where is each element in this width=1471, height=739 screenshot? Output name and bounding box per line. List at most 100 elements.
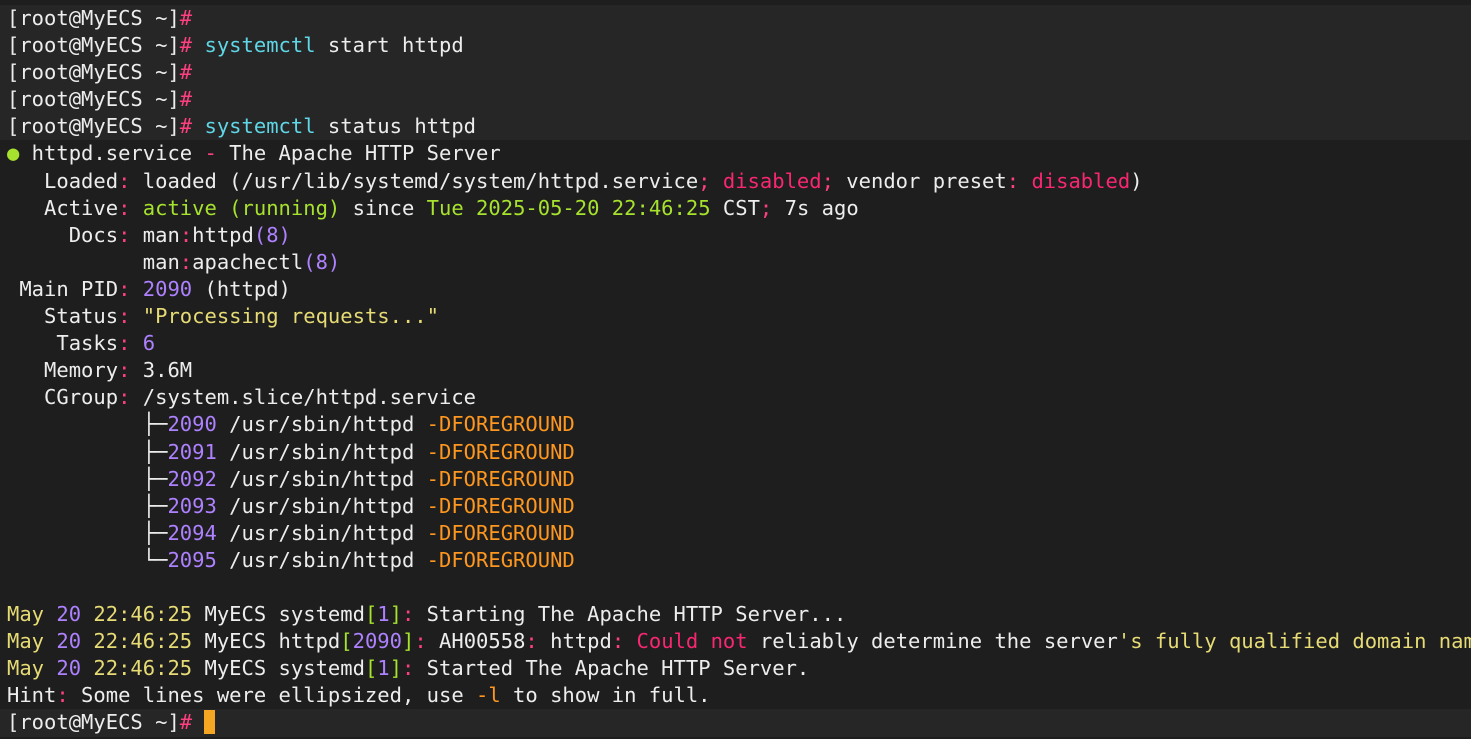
terminal-text-segment: Some lines were ellipsized, use bbox=[68, 683, 477, 708]
terminal-text-segment: to show in full. bbox=[500, 683, 711, 708]
terminal-text-segment: vendor preset bbox=[833, 168, 1007, 193]
terminal-text-segment: [ bbox=[364, 602, 378, 627]
terminal-text-segment: -DFOREGROUND bbox=[426, 547, 575, 572]
terminal-text-segment: Started The Apache HTTP Server. bbox=[414, 656, 810, 681]
terminal-text-segment: ├─ bbox=[7, 520, 168, 545]
terminal-text-segment: 2090 bbox=[142, 276, 193, 301]
terminal-text-segment: [root@MyECS ~] bbox=[7, 60, 180, 85]
output-line: May 20 22:46:25 MyECS httpd[2090]: AH005… bbox=[0, 628, 1471, 655]
terminal-text-segment: (httpd) bbox=[192, 276, 291, 301]
terminal-text-segment: ] bbox=[389, 656, 402, 681]
terminal-text-segment: : bbox=[118, 276, 131, 301]
terminal-text-segment: May bbox=[7, 629, 57, 654]
terminal-text-segment: ] bbox=[389, 602, 402, 627]
terminal-text-segment: 3.6M bbox=[130, 358, 193, 383]
terminal-text-segment: : bbox=[414, 629, 427, 654]
terminal-text-segment: May bbox=[7, 656, 57, 681]
terminal-text-segment: disabled bbox=[1031, 168, 1131, 193]
terminal-text-segment: 6 bbox=[142, 331, 156, 356]
terminal-text-segment: └─ bbox=[7, 547, 168, 572]
output-line: Docs: man:httpd(8) bbox=[0, 222, 1471, 249]
output-line: ├─2094 /usr/sbin/httpd -DFOREGROUND bbox=[0, 520, 1471, 547]
terminal-text-segment: reliably determine the server bbox=[747, 629, 1118, 654]
terminal-text-segment: systemctl bbox=[204, 114, 316, 139]
terminal-text-segment: # bbox=[179, 60, 193, 85]
terminal-text-segment: ; bbox=[698, 168, 711, 193]
terminal-text-segment: ├─ bbox=[7, 439, 168, 464]
prompt-line: [root@MyECS ~]# bbox=[0, 59, 1471, 87]
terminal-text-segment: [ bbox=[340, 629, 353, 654]
terminal-text-segment: : bbox=[179, 222, 193, 247]
terminal-text-segment: disabled bbox=[722, 168, 822, 193]
terminal-text-segment: Memory bbox=[7, 358, 119, 383]
terminal-text-segment: 2093 bbox=[167, 493, 217, 518]
terminal-text-segment: ] bbox=[401, 629, 415, 654]
terminal-text-segment: active (running) bbox=[142, 195, 341, 220]
terminal-text-segment: /usr/sbin/httpd bbox=[216, 439, 427, 464]
terminal-text-segment: : bbox=[525, 629, 538, 654]
terminal-text-segment: Hint bbox=[7, 683, 57, 708]
terminal-text-segment: httpd.service bbox=[19, 141, 205, 166]
terminal-text-segment: ) bbox=[1130, 168, 1143, 193]
terminal-text-segment: # bbox=[179, 6, 193, 30]
terminal-text-segment: httpd bbox=[537, 629, 612, 654]
terminal-text-segment: 1 bbox=[377, 656, 390, 681]
terminal-text-segment: 22:46:25 bbox=[81, 656, 193, 681]
terminal-text-segment: [root@MyECS ~] bbox=[7, 6, 180, 30]
terminal-text-segment: -DFOREGROUND bbox=[426, 412, 575, 437]
terminal-text-segment: ● bbox=[7, 141, 20, 166]
terminal-text-segment: /usr/sbin/httpd bbox=[216, 466, 427, 491]
terminal-output: [root@MyECS ~]# [root@MyECS ~]# systemctl… bbox=[0, 5, 1471, 737]
terminal-text-segment: [ bbox=[364, 656, 378, 681]
prompt-line: [root@MyECS ~]# systemctl start httpd bbox=[0, 32, 1471, 60]
terminal-text-segment: Starting The Apache HTTP Server... bbox=[414, 602, 847, 627]
terminal-text-segment: - bbox=[204, 141, 217, 166]
terminal-text-segment: [root@MyECS ~] bbox=[7, 710, 180, 735]
terminal-text-segment: AH00558 bbox=[426, 629, 526, 654]
terminal-text-segment: -DFOREGROUND bbox=[426, 439, 575, 464]
terminal-text-segment: : bbox=[1006, 168, 1020, 193]
terminal-text-segment: Active bbox=[7, 195, 119, 220]
terminal-text-segment: /usr/sbin/httpd bbox=[216, 412, 427, 437]
terminal-window[interactable]: [root@MyECS ~]# [root@MyECS ~]# systemctl… bbox=[0, 0, 1471, 739]
terminal-text-segment: 2090 bbox=[352, 629, 402, 654]
terminal-text-segment: status httpd bbox=[315, 114, 477, 139]
terminal-text-segment: ; bbox=[759, 195, 773, 220]
terminal-text-segment: : bbox=[611, 629, 625, 654]
prompt-line: [root@MyECS ~]# bbox=[0, 86, 1471, 114]
terminal-text-segment: : bbox=[118, 195, 131, 220]
terminal-text-segment: (8) bbox=[303, 249, 341, 274]
terminal-text-segment: man bbox=[130, 222, 180, 247]
terminal-text-segment: /usr/sbin/httpd bbox=[216, 493, 427, 518]
terminal-text-segment: # bbox=[179, 710, 193, 735]
terminal-text-segment: CST bbox=[710, 195, 760, 220]
output-line: Loaded: loaded (/usr/lib/systemd/system/… bbox=[0, 168, 1471, 195]
terminal-text-segment: ├─ bbox=[7, 466, 168, 491]
terminal-text-segment: (8) bbox=[253, 222, 291, 247]
terminal-text-segment: 22:46:25 bbox=[81, 629, 193, 654]
terminal-text-segment: 20 bbox=[56, 602, 82, 627]
terminal-text-segment: # bbox=[179, 87, 193, 112]
terminal-text-segment: The Apache HTTP Server bbox=[216, 141, 501, 166]
terminal-text-segment: "Processing requests..." bbox=[142, 304, 439, 329]
terminal-text-segment: since bbox=[340, 195, 427, 220]
output-line: man:apachectl(8) bbox=[0, 249, 1471, 276]
prompt-line: [root@MyECS ~]# bbox=[0, 709, 1471, 737]
terminal-text-segment: : bbox=[118, 168, 131, 193]
terminal-text-segment: 2091 bbox=[167, 439, 217, 464]
terminal-text-segment: MyECS systemd bbox=[192, 656, 365, 681]
terminal-text-segment: httpd bbox=[192, 222, 254, 247]
terminal-text-segment: : bbox=[401, 656, 415, 681]
output-line: ├─2092 /usr/sbin/httpd -DFOREGROUND bbox=[0, 466, 1471, 493]
terminal-text-segment: CGroup bbox=[7, 385, 119, 410]
terminal-text-segment: [root@MyECS ~] bbox=[7, 33, 180, 58]
terminal-text-segment: 2092 bbox=[167, 466, 217, 491]
